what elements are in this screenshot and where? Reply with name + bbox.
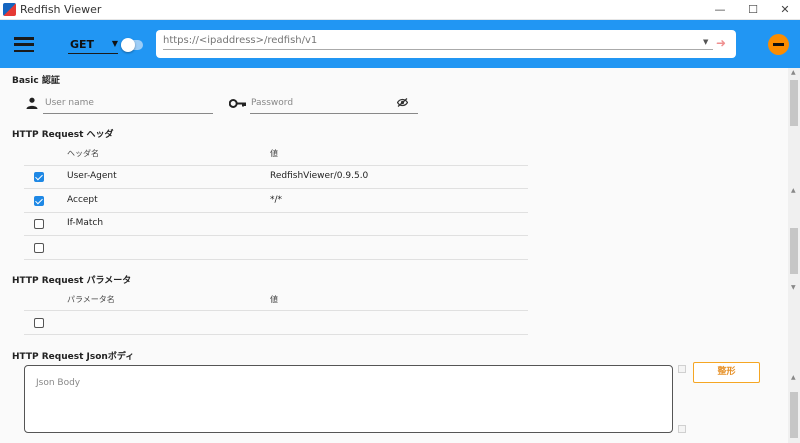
scroll-down-arrow-icon[interactable]: ▼ <box>791 284 796 291</box>
maximize-button[interactable]: ☐ <box>738 0 768 20</box>
username-field[interactable]: User name <box>43 94 213 114</box>
url-box: https://<ipaddress>/redfish/v1 ▼ ➜ <box>156 30 736 58</box>
main-scrollbar[interactable]: ▲ ▼ ▲ <box>788 186 800 443</box>
scrollbar-thumb[interactable] <box>790 392 798 438</box>
table-divider <box>24 310 528 311</box>
window-title: Redfish Viewer <box>20 3 102 16</box>
table-divider <box>24 212 528 213</box>
params-title: HTTP Request パラメータ <box>12 276 132 286</box>
method-value: GET <box>70 38 95 51</box>
header-row-4-checkbox[interactable] <box>34 243 44 253</box>
header-row-3-checkbox[interactable] <box>34 219 44 229</box>
eye-off-icon[interactable] <box>397 98 408 107</box>
scroll-up-arrow-icon[interactable]: ▲ <box>791 69 796 76</box>
basic-auth-title: Basic 認証 <box>12 76 60 86</box>
header-name-column: ヘッダ名 <box>67 149 99 158</box>
table-divider <box>24 235 528 236</box>
header-row-2-name[interactable]: Accept <box>67 195 98 205</box>
table-divider <box>24 188 528 189</box>
json-body-title: HTTP Request Jsonボディ <box>12 352 135 362</box>
password-placeholder: Password <box>251 98 294 108</box>
header-row-2-value[interactable]: */* <box>270 195 282 205</box>
json-body-placeholder: Json Body <box>36 378 81 388</box>
scroll-up-arrow-icon[interactable]: ▲ <box>791 374 796 381</box>
header-value-column: 値 <box>270 149 278 158</box>
scroll-up-arrow-icon[interactable]: ▲ <box>791 187 796 194</box>
header-row-3-name[interactable]: If-Match <box>67 218 103 228</box>
param-name-column: パラメータ名 <box>67 295 115 304</box>
key-icon <box>229 99 246 108</box>
header-row-1-name[interactable]: User-Agent <box>67 171 117 181</box>
toggle-knob <box>121 38 135 52</box>
chevron-down-icon: ▼ <box>111 39 118 48</box>
param-value-column: 値 <box>270 295 278 304</box>
send-icon[interactable]: ➜ <box>716 36 726 50</box>
url-history-dropdown-icon[interactable]: ▼ <box>703 38 708 46</box>
json-body-textarea[interactable]: Json Body <box>24 365 673 433</box>
param-row-1-checkbox[interactable] <box>34 318 44 328</box>
close-button[interactable]: ✕ <box>770 0 800 20</box>
upper-scrollbar[interactable]: ▲ <box>788 68 800 186</box>
minus-icon <box>773 43 784 46</box>
table-divider <box>24 259 528 260</box>
hamburger-icon[interactable] <box>14 37 34 53</box>
username-placeholder: User name <box>45 98 94 108</box>
header-row-1-checkbox[interactable] <box>34 172 44 182</box>
url-input[interactable]: https://<ipaddress>/redfish/v1 <box>163 35 713 50</box>
remove-tab-button[interactable] <box>768 34 789 55</box>
scrollbar-thumb[interactable] <box>790 80 798 126</box>
table-divider <box>24 334 528 335</box>
method-select[interactable]: GET ▼ <box>68 34 118 54</box>
window-titlebar: Redfish Viewer — ☐ ✕ <box>0 0 800 20</box>
format-json-button[interactable]: 整形 <box>693 362 760 383</box>
person-icon <box>26 97 38 109</box>
scrollbar-thumb[interactable] <box>790 228 798 274</box>
app-logo-icon <box>3 3 16 16</box>
json-scroll-down-button[interactable] <box>678 425 686 433</box>
headers-title: HTTP Request ヘッダ <box>12 130 114 140</box>
top-app-bar: GET ▼ https://<ipaddress>/redfish/v1 ▼ ➜ <box>0 20 800 68</box>
table-divider <box>24 165 528 166</box>
header-row-2-checkbox[interactable] <box>34 196 44 206</box>
password-field[interactable]: Password <box>250 94 418 114</box>
minimize-button[interactable]: — <box>705 0 735 20</box>
https-toggle[interactable] <box>121 38 143 52</box>
header-row-1-value[interactable]: RedfishViewer/0.9.5.0 <box>270 171 368 181</box>
json-scroll-up-button[interactable] <box>678 365 686 373</box>
